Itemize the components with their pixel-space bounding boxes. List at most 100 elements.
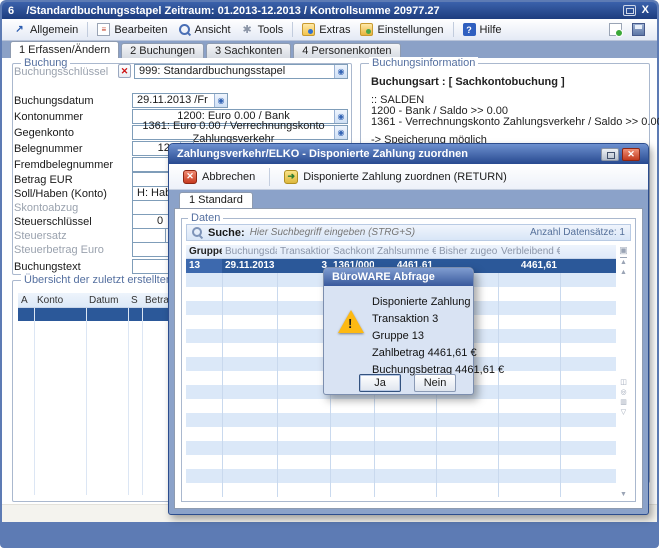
grid-header: Gruppe Buchungsdatum Transaktion Sachkon…: [186, 245, 631, 259]
menu-allgemein[interactable]: ↗ Allgemein: [8, 21, 83, 38]
menu-ansicht[interactable]: Ansicht: [173, 21, 236, 38]
save-icon[interactable]: [632, 23, 645, 36]
dropdown-icon[interactable]: ◉: [334, 110, 347, 123]
allgemein-arrow-icon: ↗: [13, 23, 26, 36]
col-verbleibend[interactable]: Verbleibend €: [498, 245, 560, 258]
dropdown-icon[interactable]: ◉: [334, 126, 347, 139]
tab-sachkonten[interactable]: 3 Sachkonten: [206, 43, 291, 58]
menu-tools[interactable]: ✱ Tools: [236, 21, 289, 38]
clear-icon[interactable]: ✕: [118, 64, 131, 78]
help-icon: ?: [463, 23, 476, 36]
abbrechen-label: Abbrechen: [202, 171, 255, 183]
overview-col-a[interactable]: A: [18, 295, 34, 306]
msgbox-titlebar: BüroWARE Abfrage: [324, 268, 473, 286]
soll-haben-label: Soll/Haben (Konto): [14, 188, 107, 200]
buchungsart-line: Buchungsart : [ Sachkontobuchung ]: [371, 76, 565, 88]
tools-gear-icon: ✱: [241, 23, 254, 36]
copy-icon[interactable]: ▣: [619, 245, 628, 255]
record-count: Anzahl Datensätze: 1: [530, 227, 625, 238]
menu-extras[interactable]: Extras: [297, 21, 355, 38]
col-buchungsdatum[interactable]: Buchungsdatum: [222, 245, 277, 258]
msgbox-line: Zahlbetrag 4461,61 €: [372, 347, 477, 359]
cancel-icon: ✕: [183, 170, 197, 184]
zoom-icon[interactable]: ◎: [620, 388, 626, 398]
dialog-toolbar: ✕ Abbrechen ➜ Disponierte Zahlung zuordn…: [169, 164, 648, 190]
col-zahlsumme[interactable]: Zahlsumme €: [374, 245, 436, 258]
abbrechen-button[interactable]: ✕ Abbrechen: [177, 168, 261, 186]
menu-separator: [453, 22, 454, 37]
window-restore-icon[interactable]: [623, 5, 636, 16]
menu-label: Extras: [319, 24, 350, 36]
steuersatz-field[interactable]: [132, 228, 166, 243]
menu-einstellungen[interactable]: Einstellungen: [355, 21, 448, 38]
buchungsschluessel-label: Buchungsschlüssel: [14, 66, 108, 78]
msgbox-title: BüroWARE Abfrage: [332, 271, 435, 283]
betrag-eur-label: Betrag EUR: [14, 174, 73, 186]
overview-col-datum[interactable]: Datum: [86, 295, 128, 306]
col-bisher-zugeordnet[interactable]: Bisher zugeordnet: [436, 245, 498, 258]
buchungsschluessel-combo[interactable]: 999: Standardbuchungsstapel ◉: [134, 64, 348, 79]
dialog-tab-standard[interactable]: 1 Standard: [179, 192, 253, 208]
warning-icon: [338, 310, 364, 333]
msgbox-line: Transaktion 3: [372, 313, 438, 325]
menu-bearbeiten[interactable]: ≡ Bearbeiten: [92, 21, 172, 38]
main-tabstrip: 1 Erfassen/Ändern 2 Buchungen 3 Sachkont…: [2, 41, 657, 58]
cell-gruppe: 13: [186, 259, 222, 273]
col-transaktion[interactable]: Transaktion: [277, 245, 330, 258]
dialog-titlebar: Zahlungsverkehr/ELKO - Disponierte Zahlu…: [169, 144, 648, 164]
menu-label: Allgemein: [30, 24, 78, 36]
scroll-up-icon[interactable]: ▲: [620, 268, 627, 278]
menu-hilfe[interactable]: ? Hilfe: [458, 21, 507, 38]
settings-folder-icon: [360, 23, 373, 36]
steuersatz-label: Steuersatz: [14, 230, 67, 242]
dialog-close-icon[interactable]: ✕: [622, 148, 640, 161]
zuordnen-label: Disponierte Zahlung zuordnen (RETURN): [303, 171, 507, 183]
window-close-icon[interactable]: X: [640, 5, 651, 16]
menu-label: Tools: [258, 24, 284, 36]
bueroware-abfrage-msgbox: BüroWARE Abfrage Disponierte Zahlung Tra…: [323, 267, 474, 395]
columns-icon[interactable]: ◫: [620, 378, 627, 388]
overview-col-s[interactable]: S: [128, 295, 142, 306]
ja-button[interactable]: Ja: [359, 374, 401, 392]
main-window-title: 6 /Standardbuchungsstapel Zeitraum: 01.2…: [8, 5, 440, 17]
cell-verbleibend: 4461,61: [498, 259, 560, 273]
grid-line: [560, 273, 561, 497]
overview-col-konto[interactable]: Konto: [34, 295, 86, 306]
grid-line: [498, 273, 499, 497]
scroll-down-icon[interactable]: ▼: [620, 490, 627, 497]
dialog-restore-icon[interactable]: [601, 148, 619, 161]
col-sachkonto[interactable]: Sachkonto: [330, 245, 374, 258]
screen: 6 /Standardbuchungsstapel Zeitraum: 01.2…: [0, 0, 659, 548]
skontoabzug-label: Skontoabzug: [14, 202, 78, 214]
col-gruppe[interactable]: Gruppe: [186, 245, 222, 258]
nein-button[interactable]: Nein: [414, 374, 456, 392]
buchungsdatum-label: Buchungsdatum: [14, 95, 94, 107]
search-input[interactable]: [250, 227, 525, 238]
filter-icon[interactable]: ▽: [621, 408, 626, 418]
new-document-icon[interactable]: [609, 23, 622, 36]
search-bar: Suche: Anzahl Datensätze: 1: [186, 224, 631, 241]
buchungstext-label: Buchungstext: [14, 261, 81, 273]
dropdown-icon[interactable]: ◉: [334, 65, 347, 78]
zuordnen-button[interactable]: ➜ Disponierte Zahlung zuordnen (RETURN): [278, 168, 513, 186]
save-view-icon[interactable]: ▥: [620, 398, 627, 408]
dropdown-icon[interactable]: ◉: [214, 94, 227, 107]
tab-buchungen[interactable]: 2 Buchungen: [121, 43, 204, 58]
tab-personenkonten[interactable]: 4 Personenkonten: [293, 43, 400, 58]
grid-line: [277, 273, 278, 497]
group-daten-label: Daten: [188, 212, 223, 224]
overview-grid-line: [34, 308, 35, 495]
buchungsdatum-combo[interactable]: 29.11.2013 /Fr ◉: [132, 93, 228, 108]
menu-separator: [292, 22, 293, 37]
info-line-1361: 1361 - Verrechnungskonto Zahlungsverkehr…: [371, 116, 659, 128]
menu-label: Ansicht: [195, 24, 231, 36]
toolbar-separator: [269, 168, 270, 186]
fremdbelegnummer-label: Fremdbelegnummer: [14, 159, 113, 171]
grid-line: [222, 273, 223, 497]
group-buchungsinformation-label: Buchungsinformation: [369, 57, 478, 69]
scroll-top-icon[interactable]: ▲: [620, 257, 627, 268]
gegenkonto-combo[interactable]: 1361: Euro 0.00 / Verrechnungskonto Zahl…: [132, 125, 348, 140]
assign-icon: ➜: [284, 170, 298, 184]
main-titlebar: 6 /Standardbuchungsstapel Zeitraum: 01.2…: [2, 2, 657, 19]
tab-erfassen-aendern[interactable]: 1 Erfassen/Ändern: [10, 41, 119, 58]
